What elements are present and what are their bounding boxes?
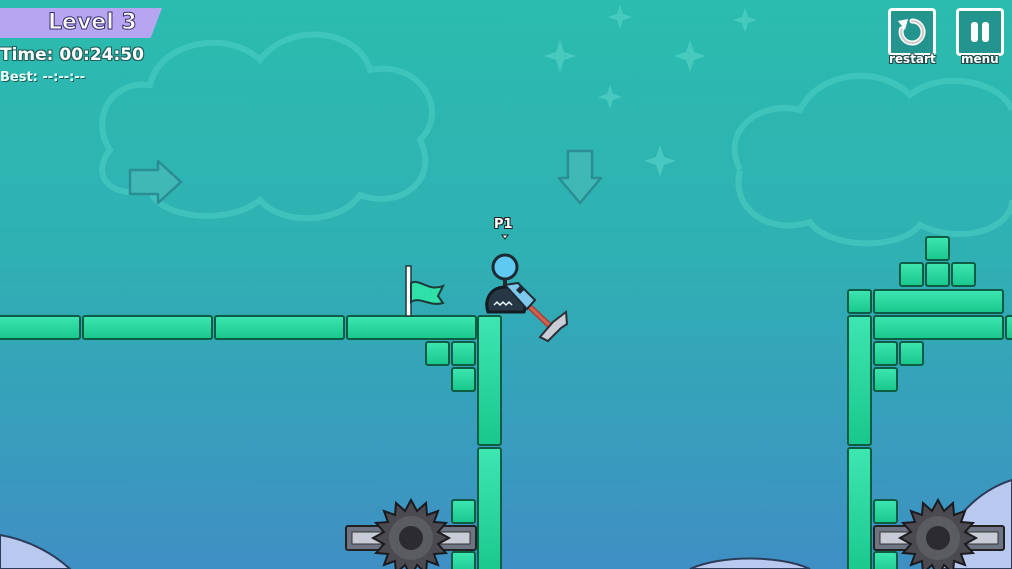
small-block bbox=[451, 551, 476, 569]
restart-button[interactable] bbox=[888, 8, 936, 56]
platform-block bbox=[873, 315, 1004, 340]
platform-block bbox=[0, 315, 81, 340]
level-geometry bbox=[0, 234, 1012, 569]
level-banner: Level 3 bbox=[0, 8, 162, 38]
pillar-block bbox=[477, 315, 502, 446]
menu-label: menu bbox=[961, 52, 999, 66]
timer-label: Time: 00:24:50 bbox=[0, 45, 144, 65]
small-block bbox=[451, 499, 476, 524]
platform-block bbox=[82, 315, 213, 340]
small-block bbox=[873, 499, 898, 524]
pillar-block bbox=[477, 447, 502, 569]
small-block bbox=[1005, 315, 1012, 340]
spinning-saw-icon bbox=[897, 497, 979, 569]
best-time-label: Best: --:--:-- bbox=[0, 70, 86, 85]
player-tag: P1 bbox=[494, 217, 513, 232]
player-marker-arrow bbox=[501, 234, 509, 240]
game-scene: Level 3 Time: 00:24:50 Best: --:--:-- re… bbox=[0, 0, 1012, 569]
small-block bbox=[873, 341, 898, 366]
menu-button[interactable] bbox=[956, 8, 1004, 56]
restart-label: restart bbox=[889, 52, 936, 66]
small-block bbox=[873, 551, 898, 569]
small-block bbox=[847, 289, 872, 314]
small-block bbox=[451, 341, 476, 366]
restart-icon bbox=[898, 18, 926, 46]
small-block bbox=[873, 367, 898, 392]
platform-block bbox=[346, 315, 477, 340]
small-block bbox=[451, 367, 476, 392]
small-block bbox=[425, 341, 450, 366]
small-block bbox=[925, 262, 950, 287]
platform-block bbox=[873, 289, 1004, 314]
spinning-saw-icon bbox=[370, 497, 452, 569]
pause-icon bbox=[971, 22, 989, 42]
small-block bbox=[925, 236, 950, 261]
small-block bbox=[899, 262, 924, 287]
pillar-block bbox=[847, 447, 872, 569]
small-block bbox=[899, 341, 924, 366]
level-label: Level 3 bbox=[48, 10, 138, 36]
small-block bbox=[951, 262, 976, 287]
pillar-block bbox=[847, 315, 872, 446]
checkpoint-flag-icon bbox=[405, 265, 446, 317]
platform-block bbox=[214, 315, 345, 340]
